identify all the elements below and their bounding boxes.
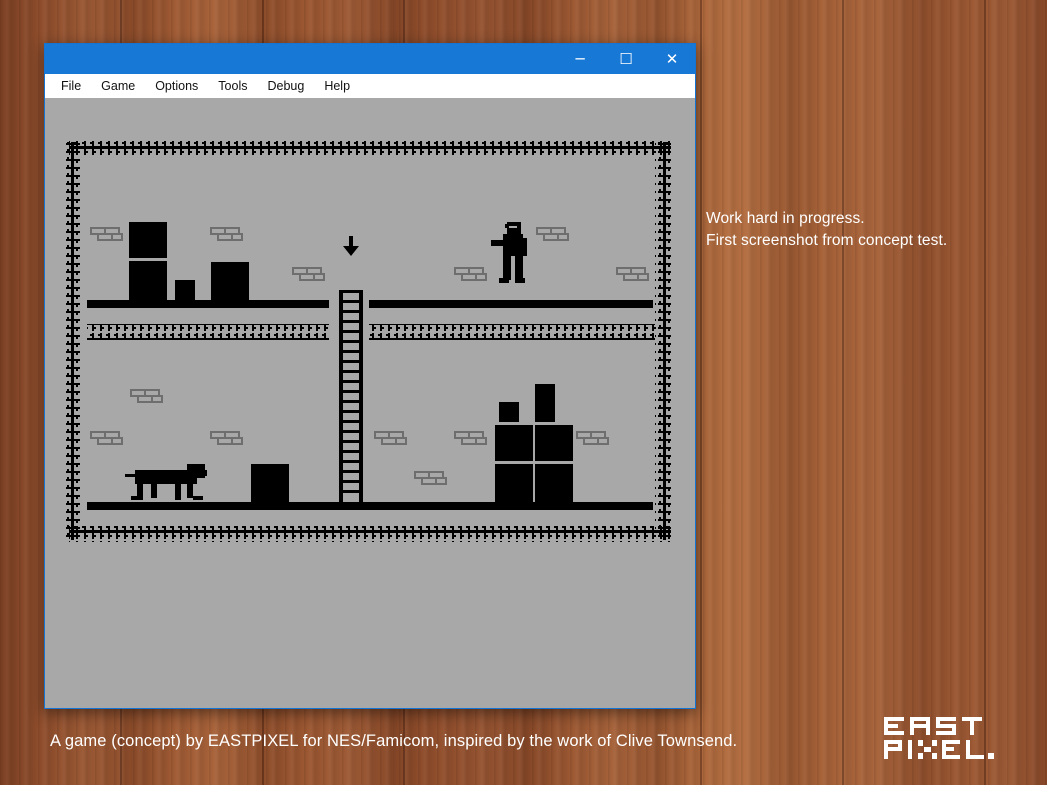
- menu-bar: File Game Options Tools Debug Help: [45, 74, 695, 98]
- game-scene: [65, 140, 671, 542]
- ladder: [339, 290, 363, 502]
- menu-tools[interactable]: Tools: [208, 74, 257, 98]
- border-bottom: [69, 526, 671, 542]
- progress-note-line-1: Work hard in progress.: [706, 210, 865, 227]
- progress-note-line-2: First screenshot from concept test.: [706, 232, 948, 249]
- close-icon: ✕: [665, 50, 679, 68]
- border-right: [655, 142, 671, 540]
- minimize-button[interactable]: ─: [557, 44, 603, 74]
- desk-plank-gap: [700, 0, 702, 785]
- ninja-character: [491, 222, 527, 283]
- desk-plank-gap: [984, 0, 986, 785]
- credit-text: A game (concept) by EASTPIXEL for NES/Fa…: [50, 732, 738, 750]
- maximize-icon: ☐: [619, 50, 633, 68]
- border-top: [69, 140, 671, 156]
- menu-options[interactable]: Options: [145, 74, 208, 98]
- lower-floor: [87, 502, 653, 510]
- panther-enemy: [125, 464, 207, 500]
- menu-file[interactable]: File: [51, 74, 91, 98]
- upper-floor-left: [87, 300, 329, 308]
- border-middle-left: [87, 324, 329, 340]
- upper-floor-right: [369, 300, 653, 308]
- lower-crates: [251, 384, 573, 502]
- border-middle-right: [369, 324, 655, 340]
- menu-debug[interactable]: Debug: [257, 74, 314, 98]
- border-left: [65, 142, 81, 540]
- down-arrow-icon: [343, 236, 359, 256]
- desk-plank-gap: [842, 0, 844, 785]
- maximize-button[interactable]: ☐: [603, 44, 649, 74]
- menu-game[interactable]: Game: [91, 74, 145, 98]
- title-bar[interactable]: ─ ☐ ✕: [45, 44, 695, 74]
- menu-help[interactable]: Help: [314, 74, 360, 98]
- minimize-icon: ─: [575, 50, 585, 68]
- close-button[interactable]: ✕: [649, 44, 695, 74]
- eastpixel-logo: [884, 717, 994, 759]
- progress-note: Work hard in progress. First screenshot …: [706, 208, 947, 252]
- emulator-window: ─ ☐ ✕ File Game Options Tools Debug Help: [44, 43, 696, 709]
- game-screen[interactable]: [45, 98, 695, 708]
